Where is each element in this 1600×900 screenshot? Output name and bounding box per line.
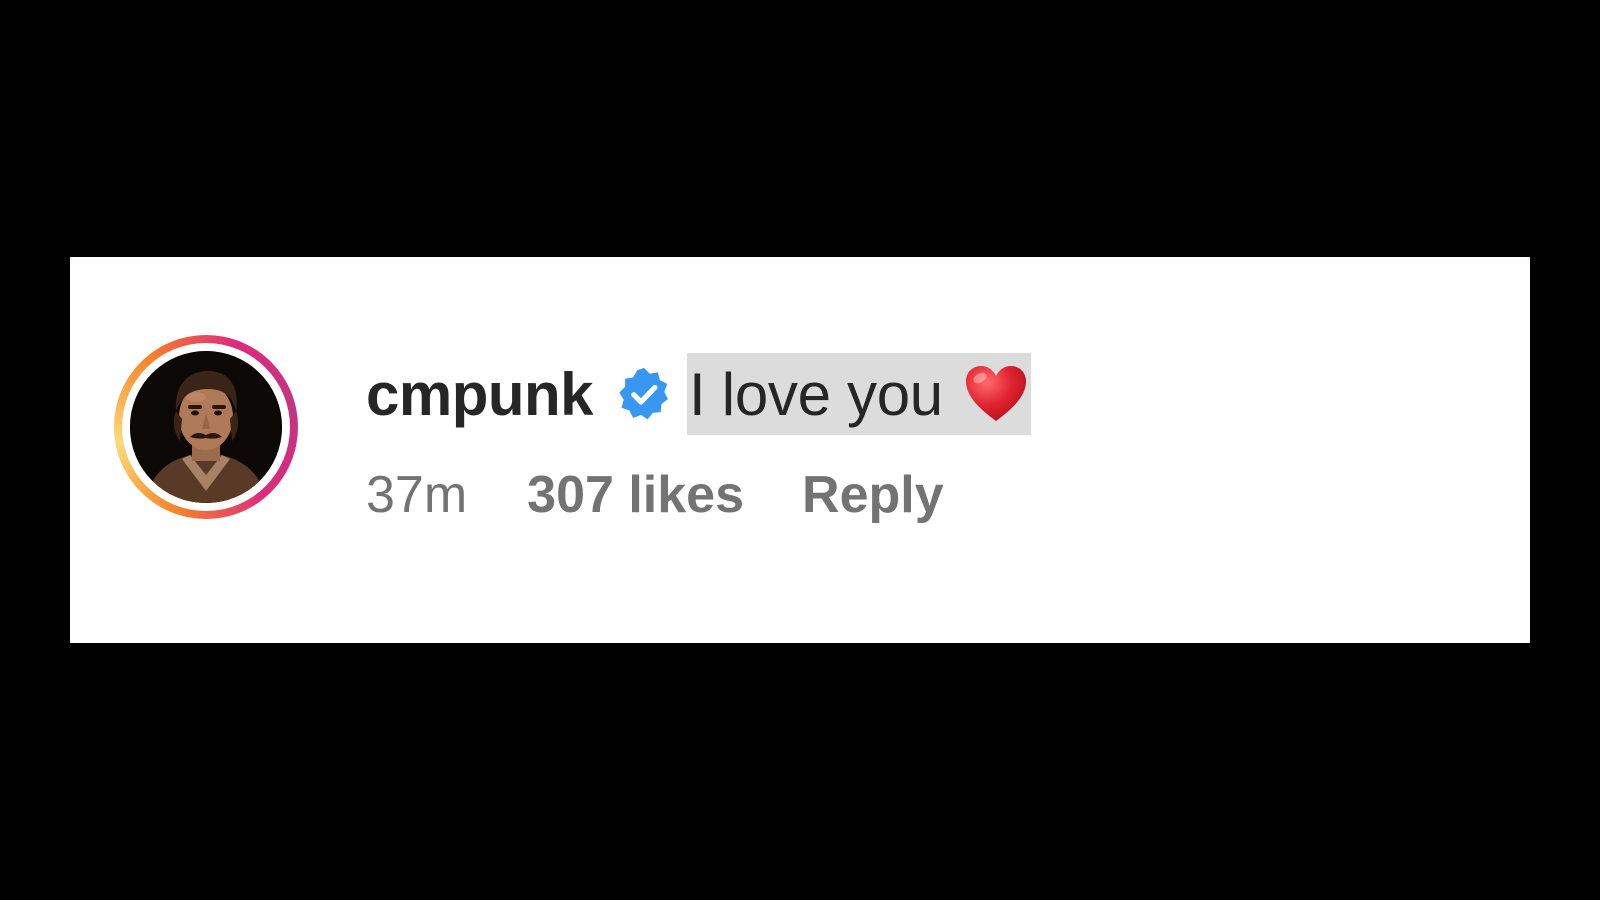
comment-meta: 37m 307 likes Reply [366,465,944,525]
red-heart-icon [963,363,1029,425]
story-ring[interactable] [114,335,298,519]
username-link[interactable]: cmpunk [366,360,594,429]
page-background: cmpunk I love you 37m 307 likes Reply [0,0,1600,900]
timestamp[interactable]: 37m [366,465,467,525]
comment-line: cmpunk I love you [366,353,1031,435]
reply-button[interactable]: Reply [802,465,944,525]
avatar-ring-gap [122,343,290,511]
avatar[interactable] [130,351,282,503]
avatar-portrait-icon [130,351,282,503]
verified-badge-icon [615,365,673,423]
comment-text: I love you [689,360,943,428]
comment-text-highlight: I love you [687,353,1031,435]
comment-card: cmpunk I love you 37m 307 likes Reply [70,257,1530,643]
likes-count-link[interactable]: 307 likes [527,465,744,525]
